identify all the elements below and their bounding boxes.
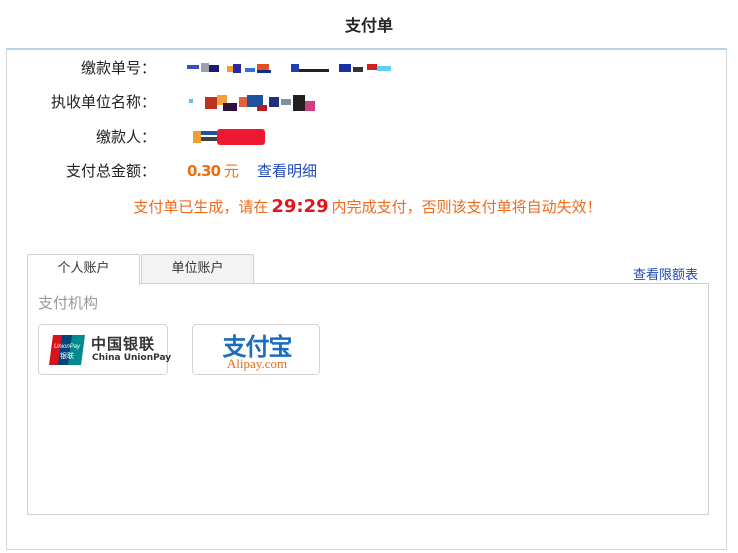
payer-row: 缴款人： [7,127,728,147]
section-label-payment-institution: 支付机构 [38,294,99,312]
payment-panel: 缴款单号： 执收单位名称： 缴款人： 支付总金额： 0.30 元 查看明细 支付… [6,48,727,550]
order-no-label: 缴款单号： [80,59,156,77]
view-limit-table-link[interactable]: 查看限额表 [633,264,698,283]
payer-redacted [193,129,265,145]
org-name-row: 执收单位名称： [7,92,728,112]
alipay-option[interactable]: 支付宝 Alipay.com [192,324,320,375]
notice-text-after: 内完成支付，否则该支付单将自动失效！ [331,198,602,216]
unionpay-logo-icon: UnionPay 银联 [49,335,85,365]
payer-label: 缴款人： [95,128,156,146]
total-amount: 0.30 元 [187,161,239,181]
notice-text-before: 支付单已生成，请在 [133,198,269,216]
org-name-label: 执收单位名称： [50,93,156,111]
order-no-redacted [187,63,391,73]
payment-page: 支付单 缴款单号： 执收单位名称： 缴款人： 支付总金额： 0.30 元 查看明… [0,0,738,553]
total-row: 支付总金额： 0.30 元 查看明细 [7,161,728,181]
unionpay-badge-top: UnionPay [54,344,81,350]
unionpay-name-en: China UnionPay [92,353,172,363]
tab-company-account[interactable]: 单位账户 [141,254,254,283]
expiry-notice: 支付单已生成，请在 29:29 内完成支付，否则该支付单将自动失效！ [7,196,728,217]
personal-account-panel: 支付机构 UnionPay 银联 中国银联 China UnionPay 支付宝… [27,283,709,515]
countdown-timer: 29:29 [271,196,329,217]
currency-unit: 元 [224,162,240,180]
page-title: 支付单 [344,16,393,35]
org-name-redacted [189,95,315,111]
total-label: 支付总金额： [65,162,156,180]
unionpay-name-cn: 中国银联 [91,335,156,353]
unionpay-option[interactable]: UnionPay 银联 中国银联 China UnionPay [38,324,172,375]
alipay-name-en: Alipay.com [226,356,288,371]
unionpay-badge-bottom: 银联 [60,351,74,360]
tab-personal-account[interactable]: 个人账户 [27,254,140,285]
amount-value: 0.30 [187,162,221,180]
order-no-row: 缴款单号： [7,58,728,78]
view-detail-link[interactable]: 查看明细 [257,161,317,181]
